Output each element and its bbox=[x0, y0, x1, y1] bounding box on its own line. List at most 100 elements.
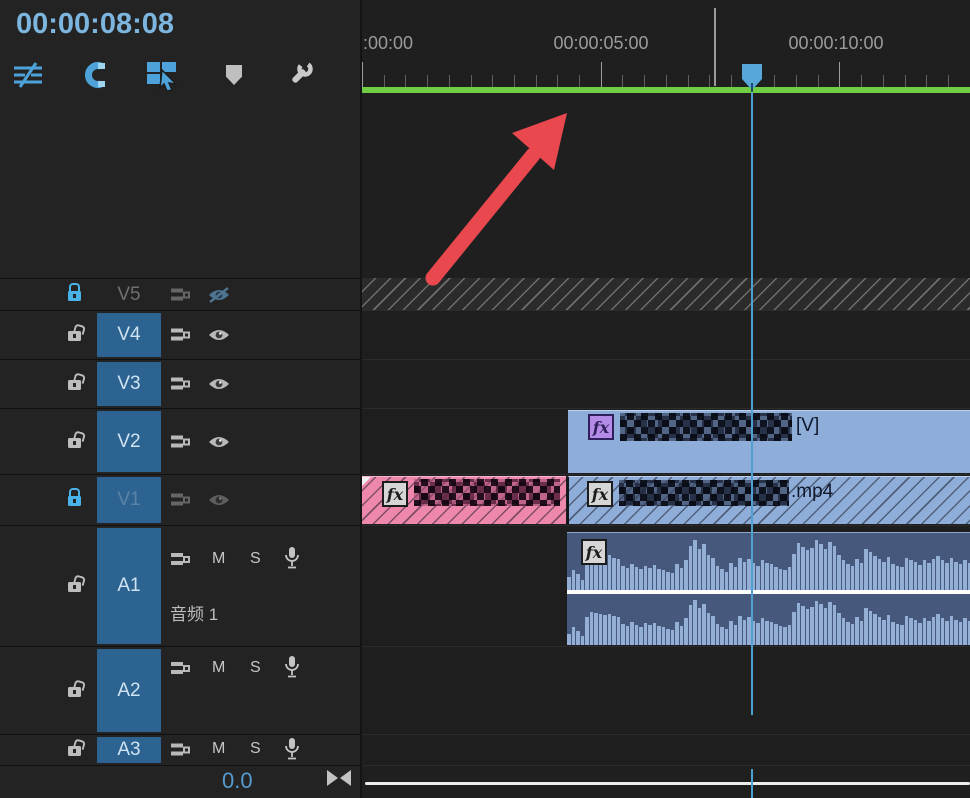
waveform-bar bbox=[571, 570, 575, 590]
source-patch-icon[interactable] bbox=[170, 434, 191, 449]
waveform-bar bbox=[805, 550, 809, 590]
waveform-bar bbox=[787, 624, 791, 645]
waveform-bar bbox=[621, 566, 625, 590]
waveform-bar bbox=[684, 560, 688, 590]
timeline-settings-icon[interactable] bbox=[282, 58, 318, 92]
mute-button[interactable]: M bbox=[212, 550, 225, 568]
waveform-bar bbox=[823, 548, 827, 590]
render-status-bar bbox=[362, 87, 970, 93]
mute-button[interactable]: M bbox=[212, 740, 225, 758]
waveform-bar bbox=[639, 626, 643, 645]
waveform-bar bbox=[598, 614, 602, 645]
ruler-tick bbox=[362, 62, 363, 88]
waveform-bar bbox=[643, 623, 647, 645]
audio-clip-a1[interactable]: fx bbox=[567, 532, 970, 645]
waveform-bar bbox=[675, 621, 679, 645]
source-patch-icon[interactable] bbox=[170, 377, 191, 392]
waveform-bar bbox=[675, 563, 679, 590]
eye-icon[interactable] bbox=[206, 327, 232, 343]
eye-hidden-icon[interactable] bbox=[206, 286, 232, 304]
source-patch-icon[interactable] bbox=[170, 661, 191, 676]
track-label-a3[interactable]: A3 bbox=[97, 737, 161, 763]
eye-icon[interactable] bbox=[206, 434, 232, 450]
waveform-bar bbox=[783, 570, 787, 590]
waveform-bar bbox=[747, 559, 751, 590]
solo-button[interactable]: S bbox=[250, 740, 261, 758]
waveform-bar bbox=[607, 555, 611, 590]
track-label-v5[interactable]: V5 bbox=[97, 284, 161, 306]
waveform-bar bbox=[688, 605, 692, 645]
waveform-bar bbox=[648, 625, 652, 645]
waveform-bar bbox=[621, 623, 625, 645]
waveform-bar bbox=[810, 607, 814, 645]
horizontal-scrollbar[interactable] bbox=[365, 782, 970, 785]
source-patch-icon[interactable] bbox=[170, 743, 191, 758]
video-clip-v1-left[interactable]: fx bbox=[362, 476, 566, 524]
add-marker-icon[interactable] bbox=[216, 58, 252, 92]
source-patch-icon[interactable] bbox=[170, 493, 191, 508]
track-label-v2[interactable]: V2 bbox=[97, 411, 161, 472]
track-label-v1[interactable]: V1 bbox=[97, 477, 161, 523]
track-label-a2[interactable]: A2 bbox=[97, 649, 161, 732]
waveform-bar bbox=[630, 622, 634, 645]
sequence-as-nest-icon[interactable] bbox=[10, 58, 46, 92]
linked-selection-icon[interactable] bbox=[144, 58, 180, 92]
waveform-bar bbox=[625, 625, 629, 645]
waveform-bar bbox=[954, 561, 958, 590]
lock-icon[interactable] bbox=[68, 488, 81, 506]
track-head-v3: V3 bbox=[0, 360, 360, 409]
lock-icon[interactable] bbox=[68, 582, 81, 592]
waveform-bar bbox=[711, 615, 715, 645]
track-label-a1[interactable]: A1 bbox=[97, 528, 161, 644]
collapse-horizontal-icon[interactable] bbox=[326, 768, 352, 788]
eye-icon[interactable] bbox=[206, 492, 232, 508]
waveform-bar bbox=[652, 564, 656, 590]
lock-icon[interactable] bbox=[68, 437, 81, 448]
playhead-handle[interactable] bbox=[740, 63, 764, 98]
source-patch-icon[interactable] bbox=[170, 552, 191, 567]
waveform-bar bbox=[729, 563, 733, 590]
solo-button[interactable]: S bbox=[250, 659, 261, 677]
waveform-bar bbox=[814, 540, 818, 590]
snap-icon[interactable] bbox=[76, 58, 112, 92]
waveform-bar bbox=[603, 615, 607, 645]
waveform-bar bbox=[720, 569, 724, 590]
lock-icon[interactable] bbox=[68, 282, 81, 301]
waveform-bar bbox=[940, 618, 944, 645]
track-row-v1: V1 fx fx .mp4 bbox=[0, 475, 970, 526]
waveform-bar bbox=[837, 613, 841, 645]
waveform-bar bbox=[724, 571, 728, 590]
lock-icon[interactable] bbox=[68, 686, 81, 697]
lock-icon[interactable] bbox=[68, 380, 81, 390]
audio-gain-value[interactable]: 0.0 bbox=[222, 768, 253, 794]
source-patch-icon[interactable] bbox=[170, 287, 191, 302]
waveform-bar bbox=[594, 613, 598, 645]
waveform-bar bbox=[702, 604, 706, 645]
waveform-bar bbox=[832, 605, 836, 645]
voiceover-mic-icon[interactable] bbox=[284, 546, 300, 571]
eye-icon[interactable] bbox=[206, 376, 232, 392]
voiceover-mic-icon[interactable] bbox=[284, 655, 300, 680]
waveform-bar bbox=[949, 558, 953, 590]
waveform-bar bbox=[882, 561, 886, 590]
video-clip-v1-right[interactable]: fx .mp4 bbox=[567, 476, 970, 524]
waveform-bar bbox=[810, 547, 814, 590]
waveform-bar bbox=[841, 560, 845, 590]
waveform-bar bbox=[958, 563, 962, 590]
track-label-v3[interactable]: V3 bbox=[97, 362, 161, 406]
mute-button[interactable]: M bbox=[212, 659, 225, 677]
lock-icon[interactable] bbox=[68, 746, 81, 756]
playhead-timecode[interactable]: 00:00:08:08 bbox=[16, 8, 174, 41]
track-label-v4[interactable]: V4 bbox=[97, 313, 161, 357]
waveform-bar bbox=[706, 613, 710, 645]
waveform-bar bbox=[940, 560, 944, 590]
timeline-header-panel: 00:00:08:08 bbox=[0, 0, 360, 278]
waveform-bar bbox=[945, 620, 949, 645]
video-clip-v2[interactable]: fx [V] bbox=[568, 410, 970, 473]
waveform-bar bbox=[841, 618, 845, 645]
solo-button[interactable]: S bbox=[250, 550, 261, 568]
waveform-bar bbox=[877, 559, 881, 590]
voiceover-mic-icon[interactable] bbox=[284, 737, 300, 762]
source-patch-icon[interactable] bbox=[170, 328, 191, 343]
lock-icon[interactable] bbox=[68, 331, 81, 341]
